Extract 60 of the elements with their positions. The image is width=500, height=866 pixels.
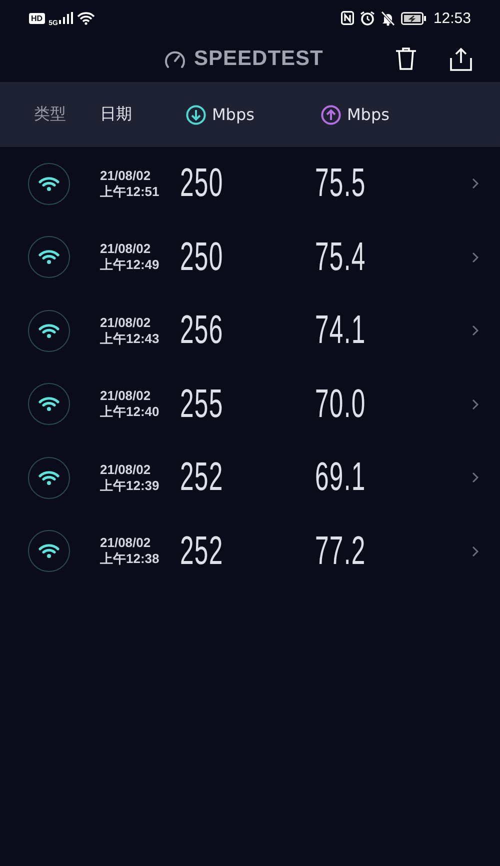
chevron-icon <box>472 472 479 484</box>
wifi-type-icon <box>28 310 70 352</box>
result-row[interactable]: 21/08/02 上午12:49 250 75.4 <box>0 220 500 294</box>
chevron-icon <box>472 398 479 410</box>
result-row[interactable]: 21/08/02 上午12:39 252 69.1 <box>0 441 500 514</box>
bell-muted-icon <box>381 10 396 26</box>
battery-icon <box>401 12 428 24</box>
nfc-icon <box>341 11 354 25</box>
wifi-type-icon <box>28 456 70 499</box>
column-header: 日期 <box>100 104 132 125</box>
test-date: 21/08/02 <box>100 388 152 404</box>
clock: 12:53 <box>433 10 471 26</box>
hd-badge: HD <box>29 12 45 24</box>
alarm-icon <box>360 10 376 26</box>
result-row[interactable]: 21/08/02 上午12:40 255 70.0 <box>0 368 500 441</box>
upload-speed: 74.1 <box>315 308 367 354</box>
column-header: Mbps <box>347 105 390 124</box>
result-row[interactable]: 21/08/02 上午12:38 252 77.2 <box>0 514 500 588</box>
column-header: 类型 <box>34 104 66 125</box>
chevron-icon <box>472 325 479 336</box>
wifi-type-icon <box>28 162 70 205</box>
chevron-icon <box>472 252 479 263</box>
download-speed: 252 <box>180 528 224 574</box>
upload-speed: 70.0 <box>315 382 367 427</box>
column-header: Mbps <box>212 105 254 124</box>
wifi-type-icon <box>28 383 70 426</box>
upload-speed: 77.2 <box>315 528 367 574</box>
test-date: 21/08/02 <box>100 168 152 184</box>
wifi-icon <box>76 12 95 24</box>
download-icon <box>186 104 206 124</box>
chevron-icon <box>472 546 479 557</box>
download-speed: 250 <box>180 234 224 280</box>
download-speed: 252 <box>180 455 224 500</box>
wifi-type-icon <box>28 530 70 572</box>
wifi-type-icon <box>28 236 70 278</box>
upload-speed: 69.1 <box>315 455 367 500</box>
delete-button[interactable] <box>395 47 418 71</box>
result-row[interactable]: 21/08/02 上午12:43 256 74.1 <box>0 294 500 368</box>
test-time: 上午12:43 <box>100 330 160 347</box>
download-speed: 250 <box>180 161 224 206</box>
test-date: 21/08/02 <box>100 535 152 552</box>
test-date: 21/08/02 <box>100 241 152 258</box>
test-time: 上午12:39 <box>100 478 160 494</box>
signal-icon <box>58 12 73 24</box>
share-button[interactable] <box>450 47 472 71</box>
upload-speed: 75.4 <box>315 234 367 280</box>
test-time: 上午12:51 <box>100 184 160 200</box>
download-speed: 255 <box>180 382 224 427</box>
test-time: 上午12:40 <box>100 404 160 420</box>
test-time: 上午12:38 <box>100 551 160 568</box>
speedometer-icon <box>164 49 186 69</box>
chevron-icon <box>472 178 479 190</box>
test-date: 21/08/02 <box>100 314 152 331</box>
download-speed: 256 <box>180 308 224 354</box>
result-row[interactable]: 21/08/02 上午12:51 250 75.5 <box>0 147 500 220</box>
app-title: SPEEDTEST <box>194 47 324 71</box>
upload-speed: 75.5 <box>315 161 367 206</box>
upload-icon <box>321 104 341 124</box>
test-time: 上午12:49 <box>100 257 160 274</box>
test-date: 21/08/02 <box>100 462 152 478</box>
